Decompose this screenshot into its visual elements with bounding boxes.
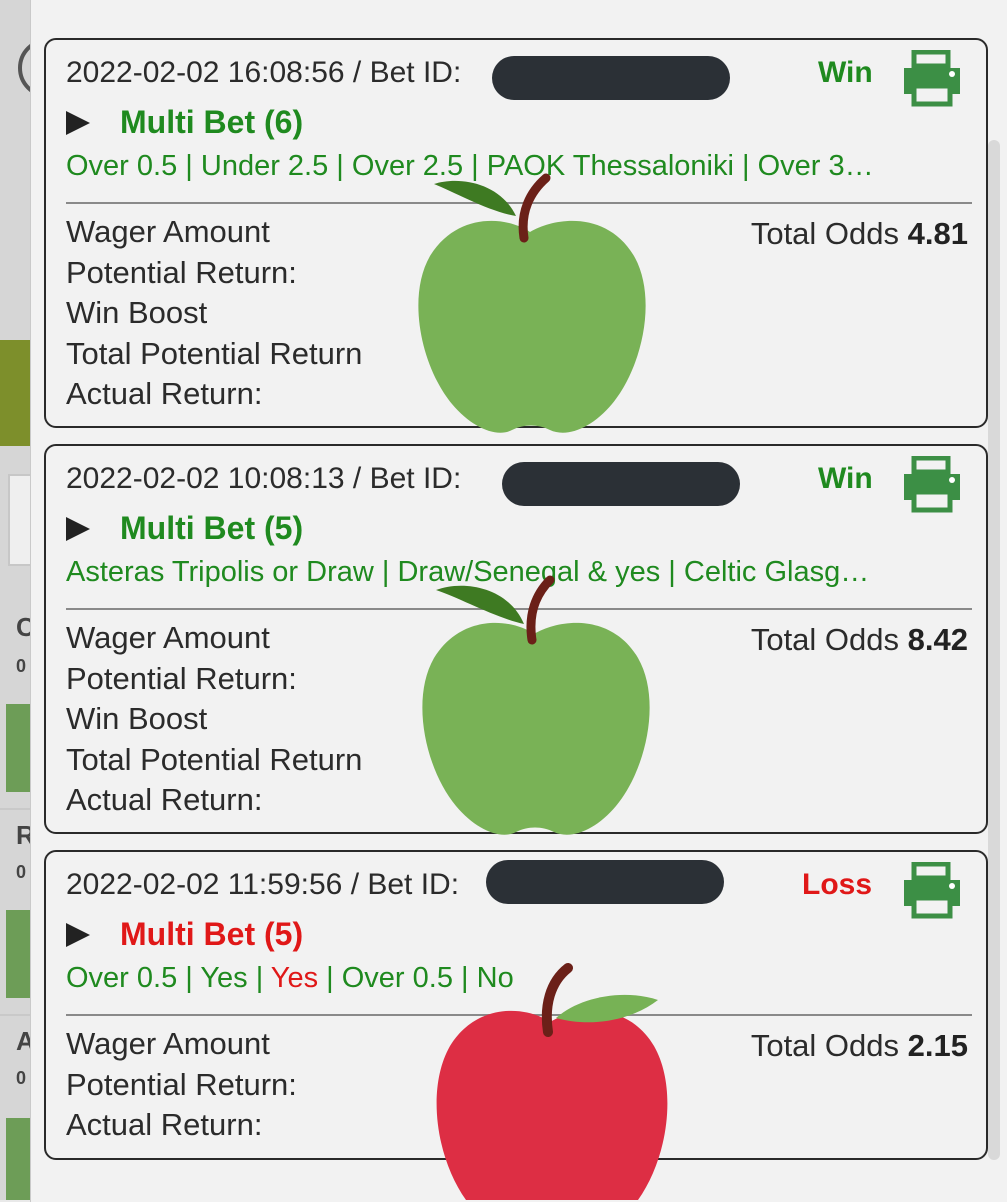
bet-datetime: 2022-02-02 11:59:56 xyxy=(66,868,343,901)
green-apple-icon xyxy=(422,575,650,835)
wager-amount-label: Wager Amount xyxy=(66,1026,270,1061)
total-potential-return-label: Total Potential Return xyxy=(66,741,363,777)
redacted-bet-id xyxy=(486,860,724,904)
total-odds-value: 8.42 xyxy=(907,622,968,657)
print-icon[interactable] xyxy=(900,456,964,514)
potential-return-label: Potential Return: xyxy=(66,660,297,696)
background-value-2: 0 xyxy=(16,862,27,882)
bet-status: Win xyxy=(818,462,873,495)
actual-return-label: Actual Return: xyxy=(66,782,263,817)
green-apple-icon xyxy=(418,173,646,433)
print-icon[interactable] xyxy=(900,862,964,920)
expand-triangle-icon[interactable] xyxy=(66,111,90,135)
wager-amount-label: Wager Amount xyxy=(66,214,270,249)
bet-header: 2022-02-02 16:08:56 / Bet ID: xyxy=(66,56,461,90)
bet-status: Loss xyxy=(802,868,873,901)
wager-amount-label: Wager Amount xyxy=(66,620,270,655)
background-value-3: 0 xyxy=(16,1068,27,1088)
total-odds: Total Odds 8.42 xyxy=(751,622,968,658)
total-odds-value: 4.81 xyxy=(907,216,968,251)
expand-triangle-icon[interactable] xyxy=(66,923,90,947)
bet-details: Wager Amount Potential Return: Win Boost… xyxy=(66,618,362,821)
win-boost-label: Win Boost xyxy=(66,701,208,736)
bet-datetime: 2022-02-02 10:08:13 xyxy=(66,462,345,495)
bet-title[interactable]: Multi Bet (5) xyxy=(66,510,303,547)
potential-return-label: Potential Return: xyxy=(66,254,297,290)
bet-header: 2022-02-02 10:08:13 / Bet ID: xyxy=(66,462,461,496)
bet-id-label: / Bet ID: xyxy=(352,462,462,495)
bet-details: Wager Amount Potential Return: Win Boost… xyxy=(66,212,362,415)
total-odds-label: Total Odds xyxy=(750,622,900,657)
redacted-bet-id xyxy=(502,462,740,506)
bet-details: Wager Amount Potential Return: Actual Re… xyxy=(66,1024,297,1146)
actual-return-label: Actual Return: xyxy=(66,376,263,411)
win-boost-label: Win Boost xyxy=(66,295,208,330)
bet-title[interactable]: Multi Bet (5) xyxy=(66,916,303,953)
total-odds: Total Odds 2.15 xyxy=(751,1028,968,1064)
bet-id-label: / Bet ID: xyxy=(350,868,460,901)
bet-title[interactable]: Multi Bet (6) xyxy=(66,104,303,141)
bet-status: Win xyxy=(818,56,873,89)
total-odds-value: 2.15 xyxy=(907,1028,968,1063)
scrollbar[interactable] xyxy=(988,140,1000,1160)
red-apple-icon xyxy=(436,963,668,1200)
bet-id-label: / Bet ID: xyxy=(352,56,462,89)
redacted-bet-id xyxy=(492,56,730,100)
potential-return-label: Potential Return: xyxy=(66,1066,297,1102)
actual-return-label: Actual Return: xyxy=(66,1107,263,1142)
background-value-1: 0 xyxy=(16,656,27,676)
print-icon[interactable] xyxy=(900,50,964,108)
bet-datetime: 2022-02-02 16:08:56 xyxy=(66,56,345,89)
total-odds-label: Total Odds xyxy=(750,1028,900,1063)
total-potential-return-label: Total Potential Return xyxy=(66,335,363,371)
total-odds: Total Odds 4.81 xyxy=(751,216,968,252)
bet-header: 2022-02-02 11:59:56 / Bet ID: xyxy=(66,868,459,902)
expand-triangle-icon[interactable] xyxy=(66,517,90,541)
total-odds-label: Total Odds xyxy=(750,216,900,251)
